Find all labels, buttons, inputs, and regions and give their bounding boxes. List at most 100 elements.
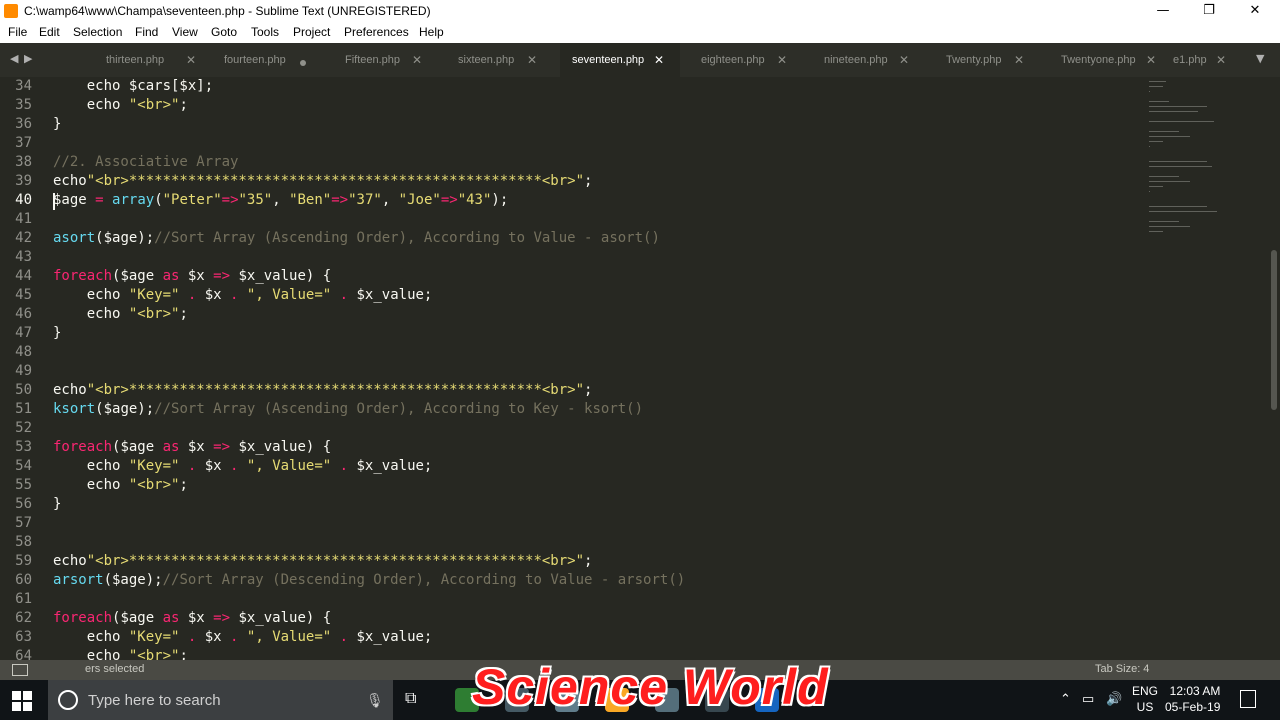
minimap[interactable] <box>1145 77 1235 247</box>
tab-close-icon[interactable]: ✕ <box>899 53 909 67</box>
menu-selection[interactable]: Selection <box>73 25 122 39</box>
tab-label: thirteen.php <box>106 54 165 66</box>
tab-twentyone[interactable]: Twentyone.php ✕ <box>1048 43 1164 77</box>
taskbar-clock[interactable]: 12:03 AM 05-Feb-19 <box>1165 683 1220 715</box>
line-number: 40 <box>15 192 32 208</box>
line-number: 59 <box>15 553 32 569</box>
code-token: ($age <box>112 268 163 284</box>
windows-start-icon[interactable] <box>12 691 32 711</box>
tab-close-icon[interactable]: ✕ <box>1216 53 1226 67</box>
line-number: 63 <box>15 629 32 645</box>
panel-toggle-icon[interactable] <box>12 664 28 676</box>
tab-twenty[interactable]: Twenty.php ✕ <box>932 43 1042 77</box>
menu-help[interactable]: Help <box>419 25 444 39</box>
notification-center-icon[interactable] <box>1240 690 1256 708</box>
tab-close-icon[interactable]: ✕ <box>186 53 196 67</box>
tab-eighteen[interactable]: eighteen.php ✕ <box>688 43 800 77</box>
code-line[interactable]: foreach($age as $x => $x_value) { <box>53 439 331 455</box>
minimap-line <box>1149 231 1164 232</box>
tab-close-icon[interactable]: ✕ <box>412 53 422 67</box>
minimize-button[interactable]: — <box>1140 0 1186 23</box>
cortana-icon <box>58 690 78 710</box>
code-line[interactable]: $age = array("Peter"=>"35", "Ben"=>"37",… <box>53 192 508 208</box>
code-line[interactable]: echo "<br>"; <box>53 648 188 660</box>
code-token: ; <box>179 97 188 113</box>
code-token: ; <box>584 382 593 398</box>
code-line[interactable]: echo "Key=" . $x . ", Value=" . $x_value… <box>53 458 433 474</box>
scrollbar-thumb[interactable] <box>1271 250 1277 410</box>
tab-close-icon[interactable]: ✕ <box>777 53 787 67</box>
tab-label: Fifteen.php <box>345 54 401 66</box>
tab-seventeen[interactable]: seventeen.php ✕ <box>560 43 680 77</box>
code-line[interactable]: foreach($age as $x => $x_value) { <box>53 268 331 284</box>
channel-watermark: Science World <box>472 659 829 715</box>
tab-label: Twenty.php <box>946 54 1002 66</box>
code-line[interactable]: echo"<br>*******************************… <box>53 382 592 398</box>
network-icon[interactable]: ▭ <box>1082 691 1094 707</box>
code-line[interactable]: echo "<br>"; <box>53 477 188 493</box>
code-line[interactable]: //2. Associative Array <box>53 154 238 170</box>
tab-size-indicator[interactable]: Tab Size: 4 <box>1095 663 1149 675</box>
code-line[interactable]: arsort($age);//Sort Array (Descending Or… <box>53 572 685 588</box>
tab-close-icon[interactable]: ✕ <box>527 53 537 67</box>
code-token: ($age); <box>103 572 163 588</box>
tray-overflow-icon[interactable]: ⌃ <box>1060 691 1071 707</box>
code-line[interactable]: echo "<br>"; <box>53 97 188 113</box>
code-token: => <box>440 192 458 208</box>
minimap-line <box>1149 166 1212 167</box>
tab-scroll-left-icon[interactable]: ◀ <box>10 52 18 65</box>
menu-edit[interactable]: Edit <box>39 25 60 39</box>
code-token: ; <box>179 477 188 493</box>
minimap-line <box>1149 191 1150 192</box>
tab-nineteen[interactable]: nineteen.php ✕ <box>810 43 922 77</box>
code-line[interactable]: } <box>53 496 61 512</box>
code-line[interactable]: asort($age);//Sort Array (Ascending Orde… <box>53 230 660 246</box>
line-number: 34 <box>15 78 32 94</box>
language-indicator[interactable]: ENG US <box>1132 683 1158 715</box>
tab-close-icon[interactable]: ✕ <box>654 53 664 67</box>
code-line[interactable]: foreach($age as $x => $x_value) { <box>53 610 331 626</box>
line-number: 37 <box>15 135 32 151</box>
menu-project[interactable]: Project <box>293 25 330 39</box>
volume-icon[interactable]: 🔊 <box>1106 691 1122 707</box>
menu-goto[interactable]: Goto <box>211 25 237 39</box>
code-line[interactable]: echo $cars[$x]; <box>53 78 213 94</box>
maximize-button[interactable]: ❐ <box>1186 0 1232 23</box>
language-code: ENG <box>1132 684 1159 698</box>
tab-sixteen[interactable]: sixteen.php ✕ <box>445 43 555 77</box>
menu-find[interactable]: Find <box>135 25 158 39</box>
code-line[interactable]: echo "<br>"; <box>53 306 188 322</box>
code-line[interactable]: echo"<br>*******************************… <box>53 173 592 189</box>
tab-fifteen[interactable]: Fifteen.php ✕ <box>330 43 440 77</box>
menu-tools[interactable]: Tools <box>251 25 279 39</box>
tab-thirteen[interactable]: thirteen.php ✕ <box>90 43 202 77</box>
code-token: $x_value) { <box>230 610 332 626</box>
code-token: . <box>339 458 349 474</box>
menu-preferences[interactable]: Preferences <box>344 25 409 39</box>
code-token: "35" <box>238 192 273 208</box>
code-line[interactable]: echo "Key=" . $x . ", Value=" . $x_value… <box>53 287 433 303</box>
tab-close-icon[interactable]: ✕ <box>1146 53 1156 67</box>
tab-close-icon[interactable]: ✕ <box>1014 53 1024 67</box>
tab-scroll-right-icon[interactable]: ▶ <box>24 52 32 65</box>
menu-file[interactable]: File <box>8 25 27 39</box>
close-button[interactable]: ✕ <box>1232 0 1278 23</box>
tab-fourteen[interactable]: fourteen.php <box>210 43 322 77</box>
code-line[interactable]: echo "Key=" . $x . ", Value=" . $x_value… <box>53 629 433 645</box>
minimap-line <box>1149 141 1164 142</box>
task-view-icon[interactable]: ⧉ <box>405 690 416 708</box>
tab-e1[interactable]: e1.php ✕ <box>1168 43 1234 77</box>
code-token: $x <box>196 287 231 303</box>
code-line[interactable]: } <box>53 325 61 341</box>
code-editor[interactable]: 34 echo $cars[$x]; 35 echo "<br>"; 36} 37 38… <box>0 77 1270 660</box>
tab-list-dropdown-icon[interactable]: ▼ <box>1256 52 1264 65</box>
menu-view[interactable]: View <box>172 25 198 39</box>
code-token: => <box>213 610 231 626</box>
code-line[interactable]: echo"<br>*******************************… <box>53 553 592 569</box>
taskbar-search-box[interactable]: Type here to search 🎙 <box>48 680 393 720</box>
code-token: ); <box>491 192 509 208</box>
code-line[interactable]: ksort($age);//Sort Array (Ascending Orde… <box>53 401 643 417</box>
code-line[interactable]: } <box>53 116 61 132</box>
microphone-icon[interactable]: 🎙 <box>366 692 384 709</box>
